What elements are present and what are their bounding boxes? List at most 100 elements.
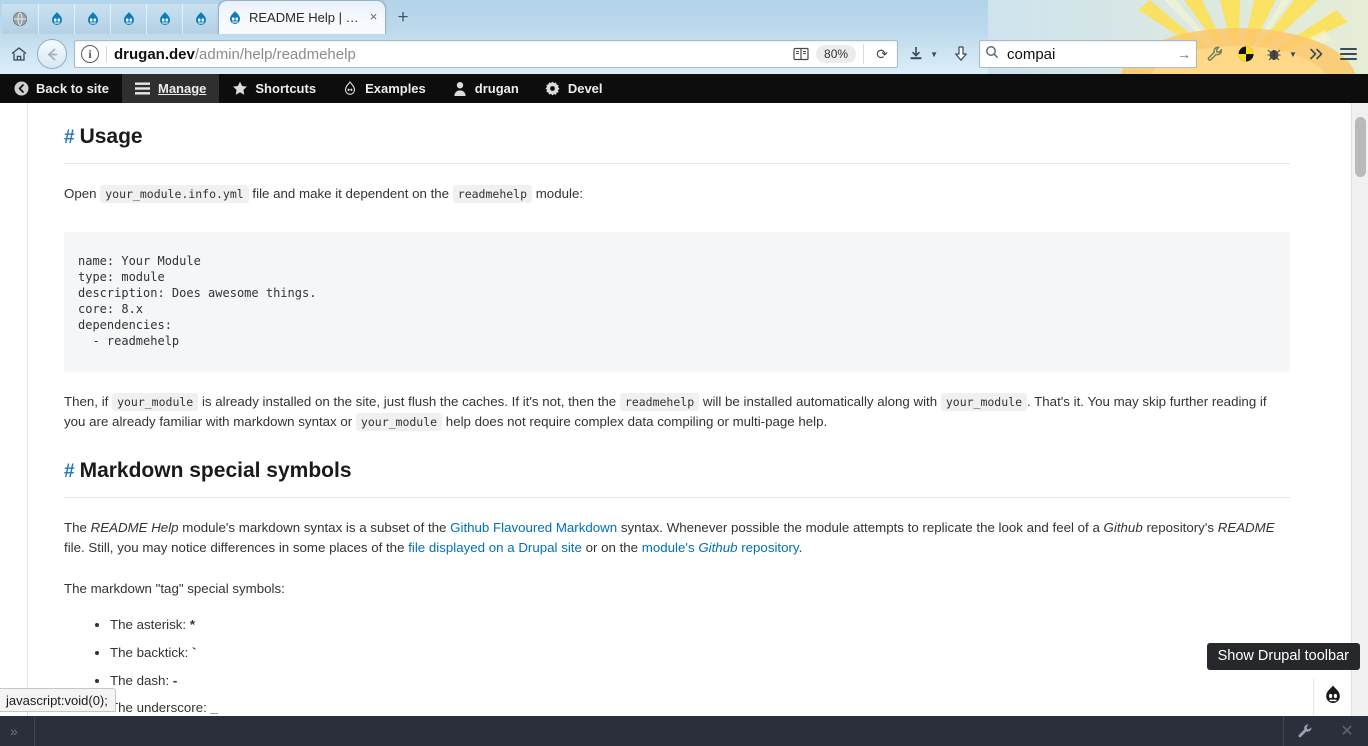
text: will be installed automatically along wi… <box>702 393 938 409</box>
home-icon[interactable] <box>6 41 32 67</box>
inline-code: your_module.info.yml <box>100 184 249 203</box>
user-icon <box>452 81 468 97</box>
toolbar-label: Back to site <box>36 81 109 96</box>
drupal-droplet-icon <box>85 11 101 27</box>
scrollbar-thumb[interactable] <box>1355 117 1366 177</box>
close-icon[interactable]: ✕ <box>1326 716 1368 746</box>
list-item: The backtick: ` <box>110 640 1290 668</box>
new-tab-button[interactable]: + <box>389 4 417 32</box>
downloads-history-icon[interactable] <box>903 41 929 67</box>
text: The <box>64 519 87 535</box>
text: module: <box>535 185 584 201</box>
page-left-border <box>27 103 28 716</box>
chevron-down-icon[interactable]: ▼ <box>930 50 938 59</box>
emphasis-text: README <box>1217 519 1275 535</box>
inline-code: your_module <box>355 413 443 432</box>
heading-text: Markdown special symbols <box>79 459 352 483</box>
bottom-bar-actions: ✕ <box>1283 716 1368 746</box>
heading-anchor-icon[interactable]: # <box>64 123 75 152</box>
search-go-icon[interactable]: → <box>1177 46 1191 62</box>
toolbar-item-shortcuts[interactable]: Shortcuts <box>219 74 329 103</box>
toolbar-item-back-to-site[interactable]: Back to site <box>0 74 122 103</box>
list-item-text: The backtick: <box>110 645 189 661</box>
reader-view-icon[interactable] <box>790 44 812 64</box>
markdown-symbols-list: The asterisk: * The backtick: ` The dash… <box>64 612 1290 716</box>
page-scrollbar[interactable] <box>1351 103 1368 716</box>
zoom-level-badge[interactable]: 80% <box>816 45 857 63</box>
list-intro-paragraph: The markdown "tag" special symbols: <box>64 580 285 596</box>
list-item-symbol: ` <box>192 645 197 661</box>
page-title: # Usage <box>64 121 1290 164</box>
drupal-admin-toolbar: Back to site Manage Shortcuts Examples d… <box>0 74 1368 103</box>
close-tab-icon[interactable]: × <box>366 10 381 25</box>
firebug-bug-icon[interactable]: ▼ <box>1264 41 1298 67</box>
inline-code: readmehelp <box>452 184 533 203</box>
site-identity-icon[interactable]: i <box>81 45 99 63</box>
browser-tab[interactable] <box>2 4 38 34</box>
search-input[interactable] <box>1005 44 1171 64</box>
text: syntax. Whenever possible the module att… <box>620 519 1100 535</box>
search-bar[interactable]: → <box>979 40 1197 68</box>
list-item-text: The underscore: <box>110 700 207 716</box>
search-icon <box>985 45 999 64</box>
double-chevron-icon[interactable] <box>1303 41 1329 67</box>
toolbar-label: Examples <box>365 81 426 96</box>
toolbar-label: drugan <box>474 81 519 96</box>
text: is already installed on the site, just f… <box>201 393 617 409</box>
hamburger-menu-icon[interactable] <box>1334 41 1362 67</box>
list-item: The asterisk: * <box>110 612 1290 640</box>
adblock-icon[interactable] <box>1233 41 1259 67</box>
link-github-flavoured-markdown[interactable]: Github Flavoured Markdown <box>450 520 617 535</box>
browser-tab[interactable] <box>38 4 74 34</box>
toolbar-item-examples[interactable]: Examples <box>329 74 439 103</box>
navigation-toolbar: i drugan.dev/admin/help/readmehelp 80% ⟳ <box>0 34 1368 74</box>
drupal-toolbar-tooltip: Show Drupal toolbar <box>1206 643 1360 670</box>
browser-tab[interactable] <box>146 4 182 34</box>
inline-code: readmehelp <box>619 392 700 411</box>
gear-icon <box>545 81 561 97</box>
wrench-icon[interactable] <box>1284 716 1326 746</box>
emphasis-text: Github <box>1103 519 1143 535</box>
list-item-text: The dash: <box>110 672 170 688</box>
toolbar-item-user[interactable]: drugan <box>439 74 532 103</box>
list-item: The dash: - <box>110 668 1290 696</box>
urlbar-divider <box>863 44 865 64</box>
toolbar-label: Shortcuts <box>255 81 317 96</box>
browser-tab[interactable] <box>74 4 110 34</box>
emphasis-text: README Help <box>90 519 179 535</box>
show-drupal-toolbar-button[interactable] <box>1313 678 1351 716</box>
drupal-droplet-icon <box>227 10 243 26</box>
heading-anchor-icon[interactable]: # <box>64 457 75 486</box>
address-bar[interactable]: i drugan.dev/admin/help/readmehelp 80% ⟳ <box>74 40 899 68</box>
browser-tab-active[interactable]: README Help | M... × <box>218 0 386 34</box>
bottom-bar-divider <box>34 716 35 746</box>
browser-tab[interactable] <box>182 4 218 34</box>
back-arrow-icon[interactable] <box>37 39 67 69</box>
drupal-droplet-icon <box>157 11 173 27</box>
link-module-github-repository[interactable]: module's Github repository <box>642 540 799 555</box>
drupal-droplet-icon <box>342 80 358 97</box>
text: repository's <box>1146 519 1215 535</box>
text: file. Still, you may notice differences … <box>64 540 405 556</box>
toolbar-label: Manage <box>157 81 207 96</box>
address-bar-actions: 80% ⟳ <box>790 43 893 65</box>
link-file-displayed-on-drupal-site[interactable]: file displayed on a Drupal site <box>408 540 582 555</box>
readme-help-content: # Usage Open your_module.info.yml file a… <box>64 103 1290 716</box>
double-chevron-icon[interactable]: » <box>0 723 26 739</box>
toolbar-item-devel[interactable]: Devel <box>532 74 616 103</box>
text: file and make it dependent on the <box>252 185 450 201</box>
section-markdown-symbols: # Markdown special symbols The README He… <box>64 455 1290 716</box>
inline-code: your_module <box>112 392 199 411</box>
wrench-icon[interactable] <box>1202 41 1228 67</box>
reload-icon[interactable]: ⟳ <box>871 43 893 65</box>
globe-icon <box>12 11 28 27</box>
toolbar-item-manage[interactable]: Manage <box>121 74 220 103</box>
section-heading: # Markdown special symbols <box>64 455 1290 498</box>
drupal-droplet-icon <box>1323 684 1343 711</box>
list-item-text: The asterisk: <box>110 617 187 633</box>
link-status-bubble: javascript:void(0); <box>0 688 116 712</box>
browser-tab[interactable] <box>110 4 146 34</box>
yaml-code-block: name: Your Module type: module descripti… <box>64 232 1290 372</box>
download-arrow-icon[interactable] <box>948 41 974 67</box>
inline-code: your_module <box>940 392 1028 411</box>
